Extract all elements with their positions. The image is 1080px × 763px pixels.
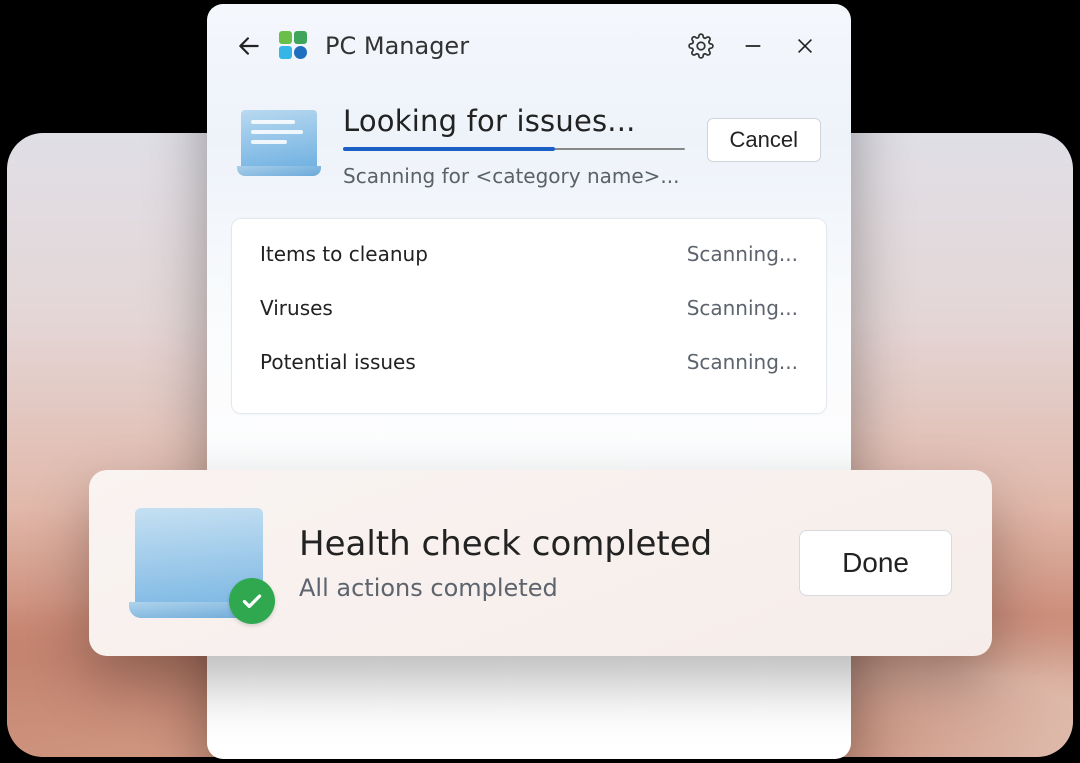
cancel-button[interactable]: Cancel (707, 118, 821, 162)
checkmark-icon (229, 578, 275, 624)
gear-icon (688, 33, 714, 59)
health-check-card: Health check completed All actions compl… (89, 470, 992, 656)
list-item-status: Scanning... (687, 242, 798, 266)
app-logo-icon (279, 31, 309, 61)
list-item-label: Items to cleanup (260, 242, 428, 266)
list-item-status: Scanning... (687, 296, 798, 320)
back-button[interactable] (235, 32, 263, 60)
list-item: Viruses Scanning... (232, 281, 826, 335)
scan-section: Looking for issues... Scanning for <cate… (207, 82, 851, 188)
scan-progress (343, 148, 685, 150)
scan-subtitle: Scanning for <category name>... (343, 164, 685, 188)
laptop-done-icon (129, 508, 269, 618)
done-title: Health check completed (299, 524, 769, 564)
minimize-button[interactable] (735, 28, 771, 64)
arrow-left-icon (236, 33, 262, 59)
titlebar: PC Manager (207, 4, 851, 82)
scan-progress-fill (343, 147, 555, 151)
settings-button[interactable] (683, 28, 719, 64)
done-button[interactable]: Done (799, 530, 952, 596)
close-icon (794, 35, 816, 57)
close-button[interactable] (787, 28, 823, 64)
list-item-status: Scanning... (687, 350, 798, 374)
laptop-scan-icon (237, 110, 321, 176)
list-item: Potential issues Scanning... (232, 335, 826, 389)
done-subtitle: All actions completed (299, 574, 769, 602)
minimize-icon (742, 35, 764, 57)
list-item-label: Potential issues (260, 350, 416, 374)
app-title: PC Manager (325, 32, 469, 60)
scan-list-card: Items to cleanup Scanning... Viruses Sca… (231, 218, 827, 414)
list-item: Items to cleanup Scanning... (232, 227, 826, 281)
scan-title: Looking for issues... (343, 104, 685, 138)
list-item-label: Viruses (260, 296, 333, 320)
